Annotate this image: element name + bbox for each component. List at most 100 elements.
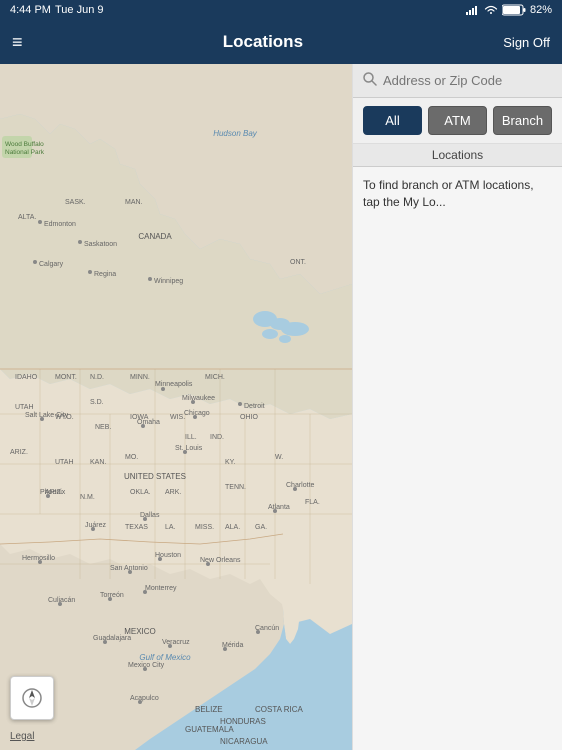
svg-text:Hermosillo: Hermosillo	[22, 555, 55, 562]
svg-text:Regina: Regina	[94, 271, 116, 278]
svg-text:Hudson Bay: Hudson Bay	[213, 129, 258, 138]
svg-text:WIS.: WIS.	[170, 414, 185, 421]
status-right: 82%	[466, 4, 552, 16]
sign-off-button[interactable]: Sign Off	[503, 35, 550, 50]
svg-text:MICH.: MICH.	[205, 374, 225, 381]
svg-text:Detroit: Detroit	[244, 403, 265, 410]
svg-text:OHIO: OHIO	[240, 414, 258, 421]
signal-icon	[466, 5, 480, 15]
svg-text:KY.: KY.	[225, 459, 235, 466]
svg-text:Acapulco: Acapulco	[130, 695, 159, 702]
filter-row: All ATM Branch	[353, 98, 562, 144]
svg-text:San Antonio: San Antonio	[110, 565, 148, 572]
svg-text:BELIZE: BELIZE	[195, 705, 223, 714]
filter-atm-button[interactable]: ATM	[428, 106, 487, 135]
svg-text:LA.: LA.	[165, 524, 176, 531]
svg-text:GUATEMALA: GUATEMALA	[185, 725, 234, 734]
search-bar	[353, 64, 562, 98]
locations-section-label: Locations	[353, 144, 562, 167]
svg-text:ILL.: ILL.	[185, 434, 197, 441]
svg-text:Culiacán: Culiacán	[48, 597, 75, 604]
svg-text:ONT.: ONT.	[290, 259, 306, 266]
svg-text:Salt Lake City: Salt Lake City	[25, 412, 69, 419]
svg-text:IDAHO: IDAHO	[15, 374, 38, 381]
svg-text:National Park: National Park	[5, 149, 45, 156]
svg-text:TENN.: TENN.	[225, 484, 246, 491]
svg-text:MAN.: MAN.	[125, 199, 143, 206]
search-input[interactable]	[383, 73, 559, 88]
svg-text:Saskatoon: Saskatoon	[84, 241, 117, 248]
svg-text:Wood Buffalo: Wood Buffalo	[5, 141, 44, 148]
svg-text:Guadalajara: Guadalajara	[93, 635, 131, 642]
svg-text:N.M.: N.M.	[80, 494, 95, 501]
svg-text:IND.: IND.	[210, 434, 224, 441]
svg-text:Dallas: Dallas	[140, 512, 160, 519]
svg-text:Cancún: Cancún	[255, 625, 279, 632]
my-location-button[interactable]	[10, 676, 54, 720]
svg-text:Winnipeg: Winnipeg	[154, 278, 183, 285]
svg-text:NEB.: NEB.	[95, 424, 111, 431]
svg-text:ALTA.: ALTA.	[18, 214, 36, 221]
main-layout: Hudson Bay Gulf of Mexico CANADA UNITED …	[0, 64, 562, 750]
svg-text:OKLA.: OKLA.	[130, 489, 151, 496]
battery-icon	[502, 4, 526, 16]
svg-text:UNITED STATES: UNITED STATES	[124, 472, 186, 481]
svg-text:Houston: Houston	[155, 552, 181, 559]
svg-text:Gulf of Mexico: Gulf of Mexico	[139, 653, 191, 662]
svg-text:CANADA: CANADA	[138, 232, 172, 241]
svg-text:Juárez: Juárez	[85, 522, 107, 529]
svg-text:Edmonton: Edmonton	[44, 221, 76, 228]
map-area[interactable]: Hudson Bay Gulf of Mexico CANADA UNITED …	[0, 64, 352, 750]
svg-text:Monterrey: Monterrey	[145, 585, 177, 592]
svg-text:W.: W.	[275, 454, 283, 461]
svg-text:Atlanta: Atlanta	[268, 504, 290, 511]
svg-text:MONT.: MONT.	[55, 374, 77, 381]
svg-text:Mexico City: Mexico City	[128, 662, 165, 669]
svg-text:MO.: MO.	[125, 454, 138, 461]
svg-text:MINN.: MINN.	[130, 374, 150, 381]
filter-all-button[interactable]: All	[363, 106, 422, 135]
svg-text:ARK.: ARK.	[165, 489, 181, 496]
compass-icon	[22, 688, 42, 708]
svg-text:UTAH: UTAH	[55, 459, 74, 466]
time: 4:44 PM	[10, 4, 51, 16]
svg-text:Chicago: Chicago	[184, 410, 210, 417]
legal-link[interactable]: Legal	[10, 731, 34, 742]
svg-text:TEXAS: TEXAS	[125, 524, 148, 531]
svg-text:Minneapolis: Minneapolis	[155, 381, 193, 388]
svg-text:N.D.: N.D.	[90, 374, 104, 381]
svg-text:New Orleans: New Orleans	[200, 557, 241, 564]
svg-text:SASK.: SASK.	[65, 199, 86, 206]
svg-text:FLA.: FLA.	[305, 499, 320, 506]
svg-text:NICARAGUA: NICARAGUA	[220, 737, 268, 746]
svg-text:ARIZ.: ARIZ.	[10, 449, 28, 456]
svg-text:COSTA RICA: COSTA RICA	[255, 705, 304, 714]
svg-text:ALA.: ALA.	[225, 524, 240, 531]
svg-text:St. Louis: St. Louis	[175, 445, 203, 452]
info-text: To find branch or ATM locations, tap the…	[353, 167, 562, 221]
status-bar: 4:44 PM Tue Jun 9 82%	[0, 0, 562, 20]
svg-text:KAN.: KAN.	[90, 459, 106, 466]
svg-text:GA.: GA.	[255, 524, 267, 531]
menu-button[interactable]: ≡	[12, 32, 23, 53]
svg-text:Phoenix: Phoenix	[40, 489, 66, 496]
header: ≡ Locations Sign Off	[0, 20, 562, 64]
svg-text:Omaha: Omaha	[137, 419, 160, 426]
day: Tue Jun 9	[55, 4, 104, 16]
search-icon	[363, 72, 377, 89]
wifi-icon	[484, 5, 498, 15]
svg-text:Charlotte: Charlotte	[286, 482, 315, 489]
right-panel: All ATM Branch Locations To find branch …	[352, 64, 562, 750]
status-left: 4:44 PM Tue Jun 9	[10, 4, 103, 16]
battery-pct: 82%	[530, 4, 552, 16]
svg-text:Mérida: Mérida	[222, 642, 244, 649]
svg-text:MISS.: MISS.	[195, 524, 214, 531]
filter-branch-button[interactable]: Branch	[493, 106, 552, 135]
svg-text:Veracruz: Veracruz	[162, 639, 190, 646]
svg-text:Milwaukee: Milwaukee	[182, 395, 215, 402]
svg-text:HONDURAS: HONDURAS	[220, 717, 266, 726]
svg-text:S.D.: S.D.	[90, 399, 104, 406]
map-svg: Hudson Bay Gulf of Mexico CANADA UNITED …	[0, 64, 352, 750]
svg-text:Calgary: Calgary	[39, 261, 64, 268]
svg-text:UTAH: UTAH	[15, 404, 34, 411]
